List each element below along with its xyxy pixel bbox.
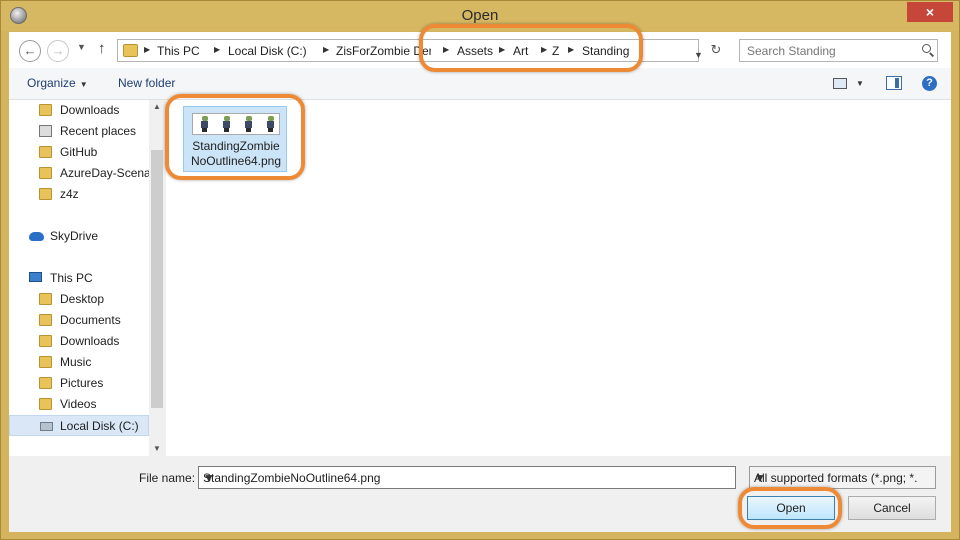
breadcrumb-project[interactable]: ZisForZombie Dem — [336, 44, 431, 58]
nav-item-label: Downloads — [60, 103, 120, 117]
nav-item-videos[interactable]: Videos — [9, 394, 149, 415]
breadcrumb-this-pc[interactable]: This PC — [157, 44, 200, 58]
folder-icon — [123, 44, 138, 57]
nav-item-recent-places[interactable]: Recent places — [9, 121, 149, 142]
disk-drive-icon — [40, 422, 53, 431]
open-dialog-window: Open × ← → ▼ ↑ ▶ This PC ▶ Local Disk (C… — [0, 0, 960, 540]
organize-label: Organize — [27, 76, 76, 90]
search-icon[interactable] — [922, 44, 931, 53]
breadcrumb-separator-icon[interactable]: ▶ — [144, 45, 150, 54]
nav-item-skydrive[interactable]: SkyDrive — [9, 226, 149, 247]
nav-item-documents[interactable]: Documents — [9, 310, 149, 331]
nav-item-label: Videos — [60, 397, 97, 411]
file-highlight-annotation — [165, 94, 305, 180]
nav-scrollbar[interactable]: ▲ ▼ — [149, 100, 165, 456]
file-name-input[interactable]: StandingZombieNoOutline64.png ▼ — [198, 466, 736, 489]
cancel-button[interactable]: Cancel — [848, 496, 936, 520]
nav-item-label: SkyDrive — [50, 229, 99, 243]
music-folder-icon — [39, 356, 52, 368]
forward-button[interactable]: → — [47, 40, 69, 62]
nav-item-music[interactable]: Music — [9, 352, 149, 373]
nav-item-azureday[interactable]: AzureDay-Scenar — [9, 163, 149, 184]
nav-item-z4z[interactable]: z4z — [9, 184, 149, 205]
close-button[interactable]: × — [907, 2, 953, 22]
cloud-icon — [29, 232, 44, 241]
chevron-down-icon[interactable]: ▼ — [754, 471, 918, 485]
recent-locations-chevron-icon[interactable]: ▼ — [77, 42, 86, 52]
back-button[interactable]: ← — [19, 40, 41, 62]
file-type-select[interactable]: All supported formats (*.png; *. ▼ — [749, 466, 936, 489]
folder-icon — [39, 146, 52, 158]
change-view-icon[interactable] — [833, 78, 847, 89]
nav-item-label: Documents — [60, 313, 121, 327]
computer-icon — [29, 272, 42, 282]
preview-pane-icon[interactable] — [886, 76, 902, 90]
nav-item-downloads[interactable]: Downloads — [9, 100, 149, 121]
documents-folder-icon — [39, 314, 52, 326]
open-button-highlight-annotation — [738, 487, 842, 529]
view-options-chevron-icon[interactable]: ▼ — [856, 79, 864, 88]
scroll-down-icon[interactable]: ▼ — [153, 444, 161, 453]
new-folder-button[interactable]: New folder — [118, 76, 175, 90]
breadcrumb-separator-icon[interactable]: ▶ — [323, 45, 329, 54]
pictures-folder-icon — [39, 377, 52, 389]
videos-folder-icon — [39, 398, 52, 410]
recent-places-icon — [39, 125, 52, 137]
help-icon[interactable]: ? — [922, 76, 937, 91]
breadcrumb-separator-icon[interactable]: ▶ — [214, 45, 220, 54]
nav-item-label: This PC — [50, 271, 93, 285]
up-arrow-icon[interactable]: ↑ — [98, 40, 106, 57]
dialog-client-area: ← → ▼ ↑ ▶ This PC ▶ Local Disk (C:) ▶ Zi… — [9, 32, 951, 532]
nav-item-label: Downloads — [60, 334, 120, 348]
downloads-folder-icon — [39, 335, 52, 347]
chevron-down-icon: ▼ — [79, 80, 88, 89]
breadcrumb-local-disk[interactable]: Local Disk (C:) — [228, 44, 307, 58]
chevron-down-icon[interactable]: ▼ — [203, 471, 730, 485]
desktop-folder-icon — [39, 293, 52, 305]
nav-item-github[interactable]: GitHub — [9, 142, 149, 163]
folder-icon — [39, 167, 52, 179]
folder-icon — [39, 188, 52, 200]
nav-item-label: Desktop — [60, 292, 105, 306]
search-placeholder: Search Standing — [747, 44, 836, 58]
file-name-field-label: File name: — [139, 471, 196, 485]
nav-item-label: Pictures — [60, 376, 104, 390]
nav-item-label: AzureDay-Scenar — [60, 166, 149, 180]
search-box[interactable]: Search Standing — [739, 39, 938, 62]
nav-item-label: Local Disk (C:) — [60, 419, 139, 433]
scrollbar-thumb[interactable] — [151, 150, 163, 408]
breadcrumb-highlight-annotation — [419, 24, 643, 72]
address-dropdown-icon[interactable]: ▼ — [694, 50, 703, 60]
downloads-folder-icon — [39, 104, 52, 116]
nav-item-desktop[interactable]: Desktop — [9, 289, 149, 310]
organize-button[interactable]: Organize ▼ — [27, 76, 88, 90]
scroll-up-icon[interactable]: ▲ — [153, 102, 161, 111]
nav-item-downloads-pc[interactable]: Downloads — [9, 331, 149, 352]
nav-item-local-disk[interactable]: Local Disk (C:) — [9, 415, 149, 436]
nav-item-label: Recent places — [60, 124, 137, 138]
nav-item-pictures[interactable]: Pictures — [9, 373, 149, 394]
navigation-pane: Downloads Recent places GitHub AzureDay-… — [9, 100, 165, 456]
window-title: Open — [461, 7, 499, 24]
nav-item-label: Music — [60, 355, 92, 369]
nav-item-label: z4z — [60, 187, 79, 201]
command-toolbar: Organize ▼ New folder ▼ ? — [9, 68, 951, 100]
nav-item-label: GitHub — [60, 145, 98, 159]
nav-item-this-pc[interactable]: This PC — [9, 268, 149, 289]
refresh-icon[interactable]: ↻ — [706, 40, 726, 60]
